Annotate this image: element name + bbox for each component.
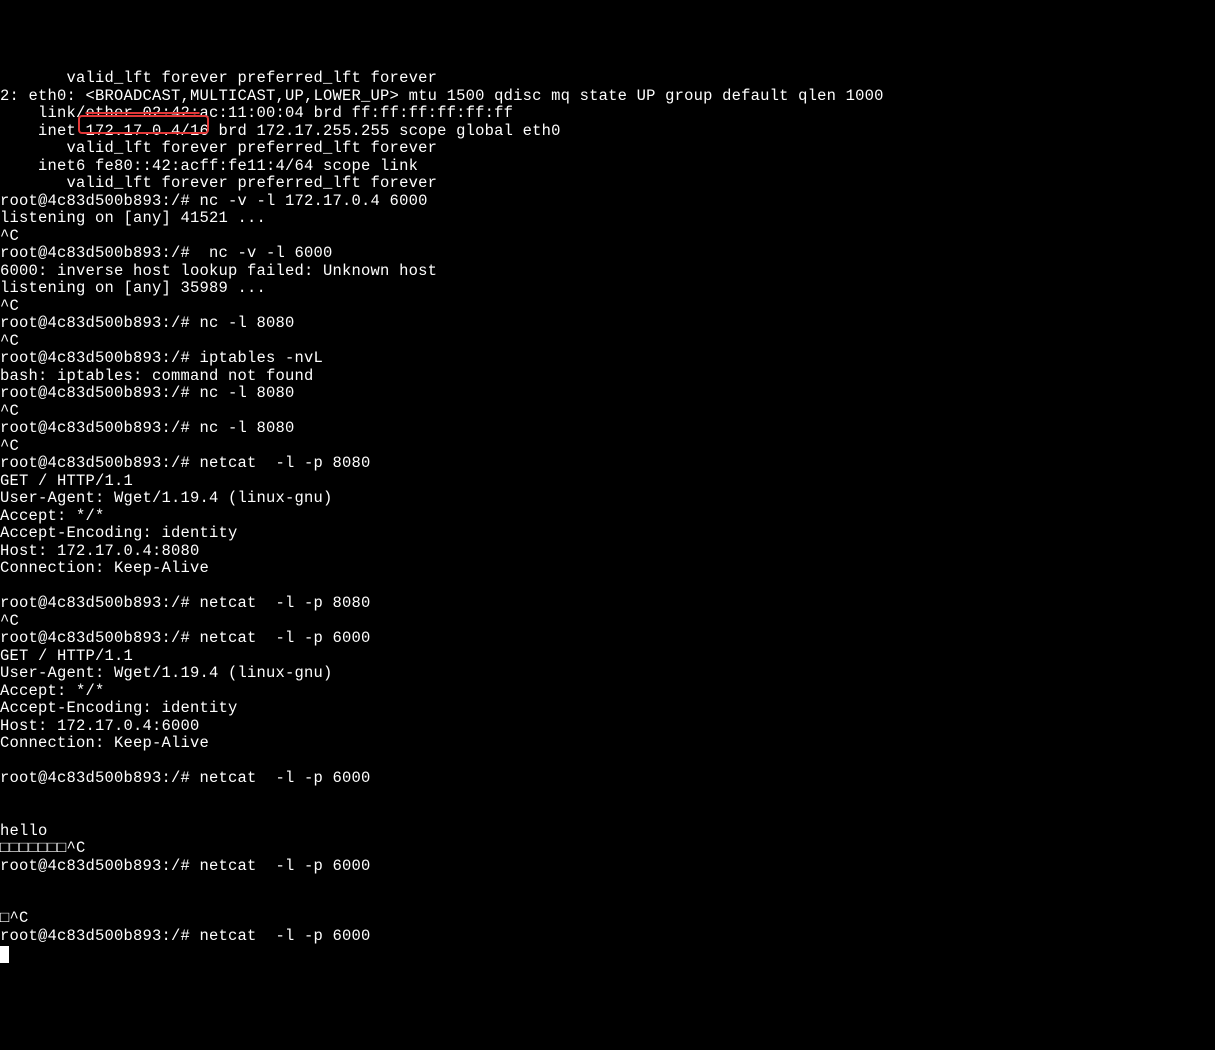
terminal-line: Host: 172.17.0.4:6000: [0, 718, 1215, 736]
terminal-line: link/ether 02:42:ac:11:00:04 brd ff:ff:f…: [0, 105, 1215, 123]
terminal-line: ^C: [0, 333, 1215, 351]
terminal-line: root@4c83d500b893:/# netcat -l -p 6000: [0, 928, 1215, 946]
terminal-line: □^C: [0, 910, 1215, 928]
terminal-line: ^C: [0, 438, 1215, 456]
terminal-line: inet6 fe80::42:acff:fe11:4/64 scope link: [0, 158, 1215, 176]
terminal-line: GET / HTTP/1.1: [0, 473, 1215, 491]
terminal-line: [0, 875, 1215, 893]
terminal-line: root@4c83d500b893:/# nc -l 8080: [0, 420, 1215, 438]
terminal-line: valid_lft forever preferred_lft forever: [0, 175, 1215, 193]
terminal-line: Connection: Keep-Alive: [0, 735, 1215, 753]
terminal-line: User-Agent: Wget/1.19.4 (linux-gnu): [0, 490, 1215, 508]
terminal-line: root@4c83d500b893:/# netcat -l -p 8080: [0, 595, 1215, 613]
cursor-block: [0, 946, 9, 963]
terminal-line: valid_lft forever preferred_lft forever: [0, 140, 1215, 158]
terminal-line: Accept-Encoding: identity: [0, 525, 1215, 543]
terminal-line: Accept-Encoding: identity: [0, 700, 1215, 718]
terminal-line: listening on [any] 35989 ...: [0, 280, 1215, 298]
terminal-line: bash: iptables: command not found: [0, 368, 1215, 386]
terminal-line: root@4c83d500b893:/# netcat -l -p 6000: [0, 630, 1215, 648]
terminal-line: Accept: */*: [0, 508, 1215, 526]
terminal-line: GET / HTTP/1.1: [0, 648, 1215, 666]
terminal-line: [0, 788, 1215, 806]
terminal-line: ^C: [0, 228, 1215, 246]
terminal-line: inet 172.17.0.4/16 brd 172.17.255.255 sc…: [0, 123, 1215, 141]
terminal-line: root@4c83d500b893:/# iptables -nvL: [0, 350, 1215, 368]
terminal-line: [0, 893, 1215, 911]
terminal-line: listening on [any] 41521 ...: [0, 210, 1215, 228]
terminal-line: hello: [0, 823, 1215, 841]
terminal-line: ^C: [0, 613, 1215, 631]
terminal-line: root@4c83d500b893:/# nc -v -l 6000: [0, 245, 1215, 263]
terminal-line: Connection: Keep-Alive: [0, 560, 1215, 578]
terminal-line: □□□□□□□^C: [0, 840, 1215, 858]
terminal-line: ^C: [0, 403, 1215, 421]
terminal-line: root@4c83d500b893:/# nc -l 8080: [0, 315, 1215, 333]
terminal-line: Accept: */*: [0, 683, 1215, 701]
terminal-line: root@4c83d500b893:/# nc -v -l 172.17.0.4…: [0, 193, 1215, 211]
terminal-line: 2: eth0: <BROADCAST,MULTICAST,UP,LOWER_U…: [0, 88, 1215, 106]
terminal-line: User-Agent: Wget/1.19.4 (linux-gnu): [0, 665, 1215, 683]
terminal-line: Host: 172.17.0.4:8080: [0, 543, 1215, 561]
terminal-line: root@4c83d500b893:/# netcat -l -p 8080: [0, 455, 1215, 473]
terminal-output[interactable]: valid_lft forever preferred_lft forever2…: [0, 70, 1215, 963]
terminal-line: valid_lft forever preferred_lft forever: [0, 70, 1215, 88]
terminal-cursor-line: [0, 945, 1215, 963]
terminal-line: root@4c83d500b893:/# netcat -l -p 6000: [0, 770, 1215, 788]
annotation-strike: ether 02:42:: [86, 104, 200, 122]
terminal-line: [0, 753, 1215, 771]
terminal-line: [0, 805, 1215, 823]
terminal-line: root@4c83d500b893:/# nc -l 8080: [0, 385, 1215, 403]
terminal-line: [0, 578, 1215, 596]
terminal-line: ^C: [0, 298, 1215, 316]
terminal-line: 6000: inverse host lookup failed: Unknow…: [0, 263, 1215, 281]
terminal-line: root@4c83d500b893:/# netcat -l -p 6000: [0, 858, 1215, 876]
